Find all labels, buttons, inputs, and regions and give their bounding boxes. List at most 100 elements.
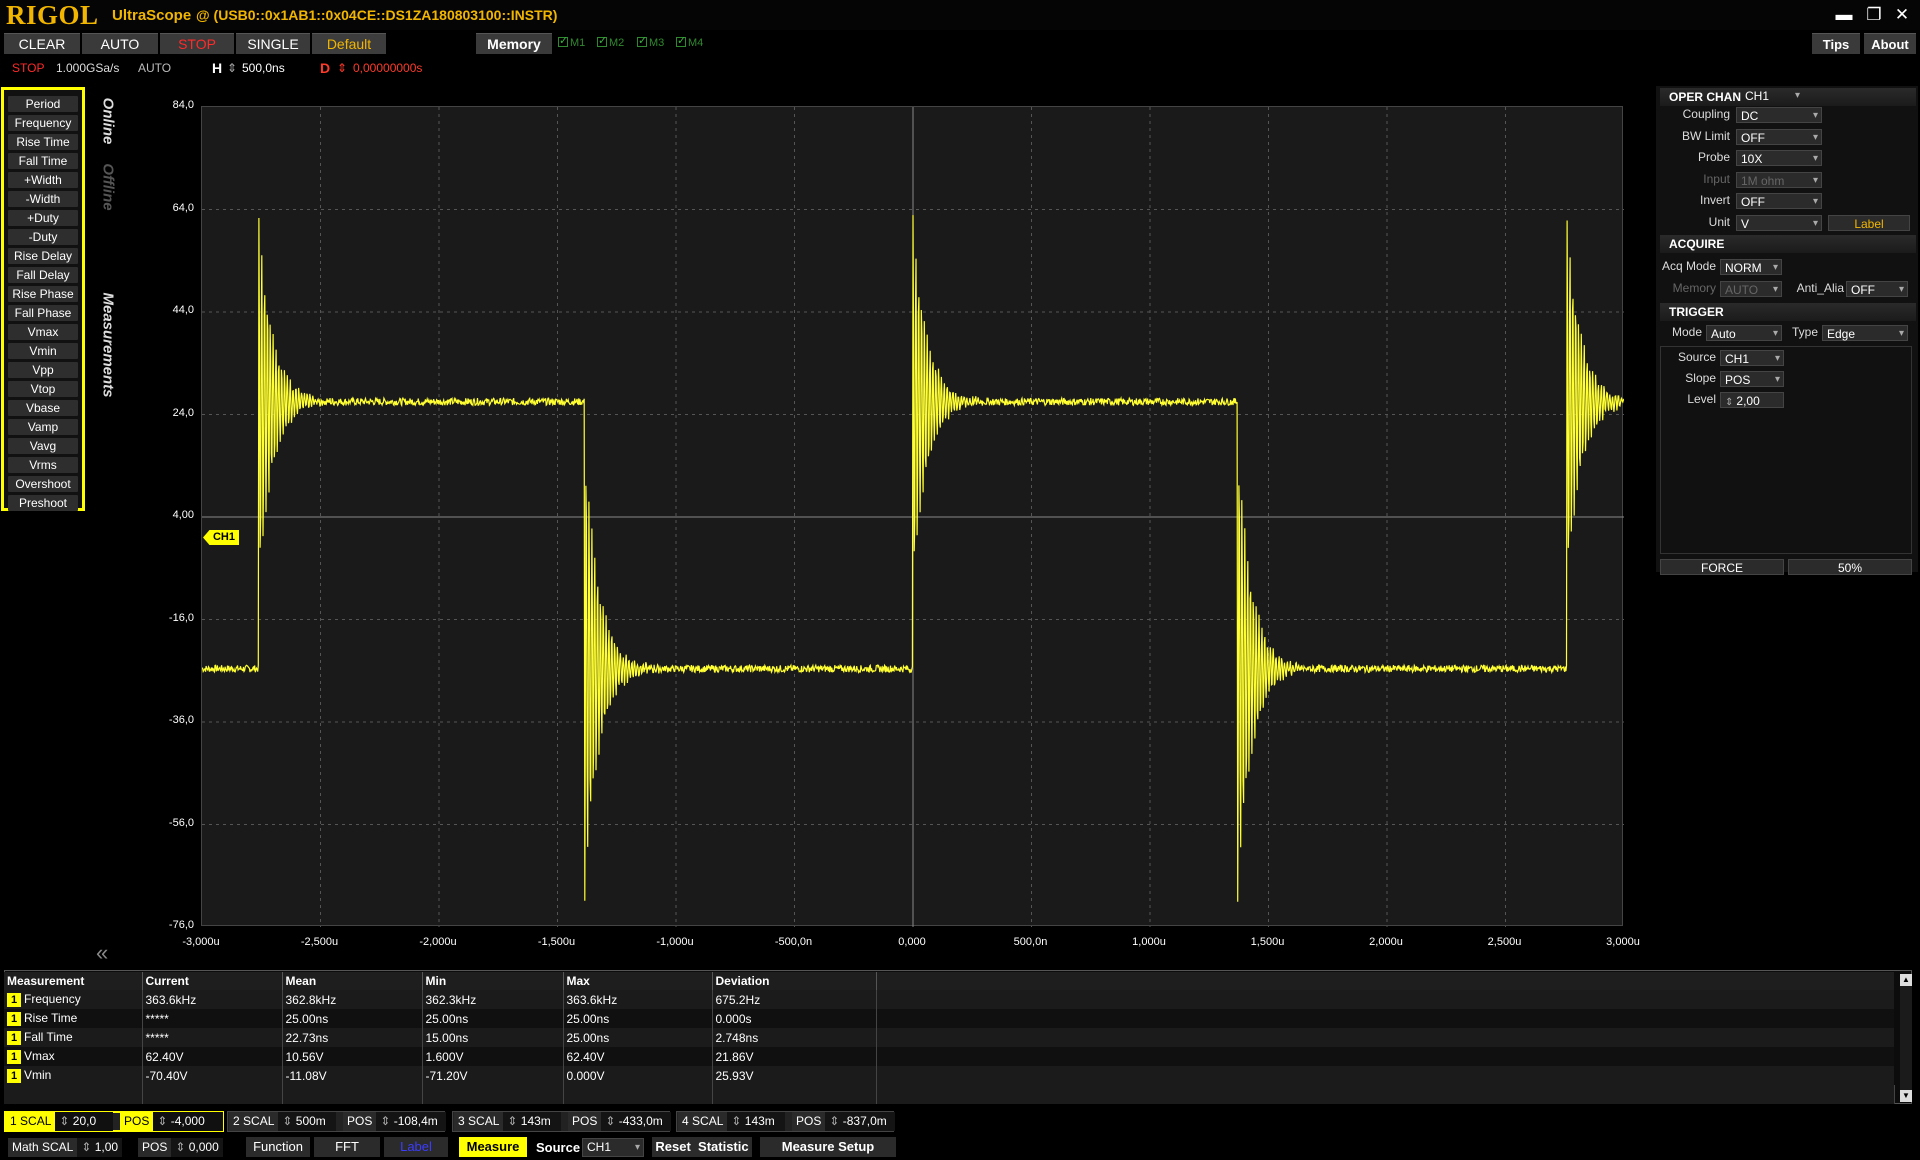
measure-setup-button[interactable]: Measure Setup bbox=[760, 1137, 896, 1157]
tips-button[interactable]: Tips bbox=[1812, 33, 1860, 54]
table-row[interactable]: 1 Fall Time ***** 22.73ns 15.00ns 25.00ns 2.74… bbox=[4, 1028, 1894, 1047]
source-select[interactable]: CH1 bbox=[582, 1138, 644, 1157]
coupling-select[interactable]: DC bbox=[1736, 107, 1822, 124]
force-button[interactable]: FORCE bbox=[1660, 559, 1784, 575]
pos-stepper-icon[interactable]: ⇕ bbox=[157, 1114, 170, 1128]
measure-item[interactable]: Vbase bbox=[8, 400, 78, 416]
table-scrollbar[interactable]: ▲ ▼ bbox=[1900, 974, 1912, 1102]
table-row[interactable]: 1 Vmin -70.40V -11.08V -71.20V 0.000V 25.93V bbox=[4, 1066, 1894, 1085]
measure-item[interactable]: Period bbox=[8, 96, 78, 112]
auto-button[interactable]: AUTO bbox=[82, 33, 158, 54]
math-scal-control[interactable]: Math SCAL ⇕ 1,00 bbox=[8, 1138, 123, 1157]
trigger-source-select[interactable]: CH1 bbox=[1720, 350, 1784, 367]
measure-item[interactable]: Fall Delay bbox=[8, 267, 78, 283]
measure-item[interactable]: Fall Phase bbox=[8, 305, 78, 321]
measure-item[interactable]: Vamp bbox=[8, 419, 78, 435]
math-label-button[interactable]: Label bbox=[384, 1137, 448, 1157]
measure-item[interactable]: Vpp bbox=[8, 362, 78, 378]
scal-value[interactable]: 500m bbox=[296, 1114, 326, 1128]
pos-value[interactable]: -433,0m bbox=[619, 1114, 663, 1128]
oper-chan-select[interactable]: CH1 bbox=[1741, 88, 1803, 104]
channel-3-pos[interactable]: POS ⇕ -433,0m bbox=[568, 1112, 672, 1131]
single-button[interactable]: SINGLE bbox=[236, 33, 310, 54]
function-button[interactable]: Function bbox=[246, 1137, 310, 1157]
pos-value[interactable]: -108,4m bbox=[394, 1114, 438, 1128]
channel-2-pos[interactable]: POS ⇕ -108,4m bbox=[343, 1112, 447, 1131]
horizontal-stepper-icon[interactable]: ⇕ bbox=[227, 61, 237, 75]
measure-item[interactable]: Overshoot bbox=[8, 476, 78, 492]
measure-item[interactable]: +Width bbox=[8, 172, 78, 188]
channel-1-pos[interactable]: POS ⇕ -4,000 bbox=[120, 1112, 224, 1131]
scroll-up-icon[interactable]: ▲ bbox=[1900, 974, 1912, 986]
math-scal-stepper-icon[interactable]: ⇕ bbox=[81, 1140, 94, 1154]
scal-stepper-icon[interactable]: ⇕ bbox=[282, 1114, 295, 1128]
m2-checkbox[interactable]: M2 bbox=[597, 34, 624, 49]
scal-stepper-icon[interactable]: ⇕ bbox=[731, 1114, 744, 1128]
tab-offline[interactable]: Offline bbox=[94, 156, 122, 218]
channel-4-scal[interactable]: 4 SCAL ⇕ 143m bbox=[678, 1112, 786, 1131]
invert-select[interactable]: OFF bbox=[1736, 193, 1822, 210]
pos-value[interactable]: -837,0m bbox=[843, 1114, 887, 1128]
measure-item[interactable]: Rise Delay bbox=[8, 248, 78, 264]
trigger-level-input[interactable]: 2,00 bbox=[1720, 392, 1784, 408]
measure-item[interactable]: -Width bbox=[8, 191, 78, 207]
measure-item[interactable]: Vrms bbox=[8, 457, 78, 473]
probe-select[interactable]: 10X bbox=[1736, 150, 1822, 167]
math-pos-stepper-icon[interactable]: ⇕ bbox=[175, 1140, 188, 1154]
minimize-icon[interactable]: ▬ bbox=[1832, 3, 1856, 27]
pos-stepper-icon[interactable]: ⇕ bbox=[605, 1114, 618, 1128]
scal-stepper-icon[interactable]: ⇕ bbox=[59, 1114, 72, 1128]
acq-mode-select[interactable]: NORM bbox=[1720, 259, 1782, 276]
table-row[interactable]: 1 Vmax 62.40V 10.56V 1.600V 62.40V 21.86V bbox=[4, 1047, 1894, 1066]
m3-checkbox[interactable]: M3 bbox=[637, 34, 664, 49]
measure-item[interactable]: Vmin bbox=[8, 343, 78, 359]
restore-icon[interactable]: ❐ bbox=[1862, 3, 1886, 27]
about-button[interactable]: About bbox=[1864, 33, 1916, 54]
scal-value[interactable]: 20,0 bbox=[73, 1114, 96, 1128]
measure-item[interactable]: -Duty bbox=[8, 229, 78, 245]
measure-item[interactable]: +Duty bbox=[8, 210, 78, 226]
reset-statistic-button[interactable]: Reset Statistic bbox=[652, 1137, 752, 1157]
m4-checkbox[interactable]: M4 bbox=[676, 34, 703, 49]
m1-checkbox[interactable]: M1 bbox=[558, 34, 585, 49]
col-measurement[interactable]: Measurement bbox=[4, 972, 143, 990]
col-deviation[interactable]: Deviation bbox=[712, 972, 877, 990]
measure-item[interactable]: Rise Time bbox=[8, 134, 78, 150]
scroll-down-icon[interactable]: ▼ bbox=[1900, 1090, 1912, 1102]
memory-button[interactable]: Memory bbox=[476, 33, 552, 54]
measure-item[interactable]: Rise Phase bbox=[8, 286, 78, 302]
unit-select[interactable]: V bbox=[1736, 215, 1822, 232]
channel-4-pos[interactable]: POS ⇕ -837,0m bbox=[792, 1112, 896, 1131]
anti-alias-select[interactable]: OFF bbox=[1846, 281, 1908, 298]
close-icon[interactable]: ✕ bbox=[1890, 3, 1914, 27]
delay-value[interactable]: 0,00000000s bbox=[353, 61, 422, 75]
tab-online[interactable]: Online bbox=[94, 92, 122, 150]
ch1-offset-marker[interactable]: CH1 bbox=[203, 530, 239, 545]
measure-item[interactable]: Vtop bbox=[8, 381, 78, 397]
channel-1-scal[interactable]: 1 SCAL ⇕ 20,0 bbox=[6, 1112, 114, 1131]
measure-item[interactable]: Vmax bbox=[8, 324, 78, 340]
measure-item[interactable]: Vavg bbox=[8, 438, 78, 454]
col-mean[interactable]: Mean bbox=[282, 972, 423, 990]
measure-button[interactable]: Measure bbox=[459, 1137, 527, 1157]
pos-stepper-icon[interactable]: ⇕ bbox=[380, 1114, 393, 1128]
math-pos-control[interactable]: POS ⇕ 0,000 bbox=[138, 1138, 223, 1157]
trigger-mode-select[interactable]: Auto bbox=[1706, 325, 1782, 342]
waveform-display[interactable] bbox=[201, 106, 1625, 927]
label-button[interactable]: Label bbox=[1828, 215, 1910, 231]
pos-value[interactable]: -4,000 bbox=[171, 1114, 205, 1128]
double-chevron-left-icon[interactable]: « bbox=[96, 940, 108, 966]
scal-value[interactable]: 143m bbox=[521, 1114, 551, 1128]
table-row[interactable]: 1 Frequency 363.6kHz 362.8kHz 362.3kHz 363.6k… bbox=[4, 990, 1894, 1009]
bw-limit-select[interactable]: OFF bbox=[1736, 129, 1822, 146]
tab-measurements[interactable]: Measurements bbox=[94, 285, 122, 405]
delay-stepper-icon[interactable]: ⇕ bbox=[337, 61, 347, 75]
fft-button[interactable]: FFT bbox=[314, 1137, 380, 1157]
channel-2-scal[interactable]: 2 SCAL ⇕ 500m bbox=[229, 1112, 337, 1131]
trigger-type-select[interactable]: Edge bbox=[1822, 325, 1908, 342]
scal-stepper-icon[interactable]: ⇕ bbox=[507, 1114, 520, 1128]
fifty-percent-button[interactable]: 50% bbox=[1788, 559, 1912, 575]
stop-button[interactable]: STOP bbox=[160, 33, 234, 54]
scal-value[interactable]: 143m bbox=[745, 1114, 775, 1128]
measure-item[interactable]: Fall Time bbox=[8, 153, 78, 169]
